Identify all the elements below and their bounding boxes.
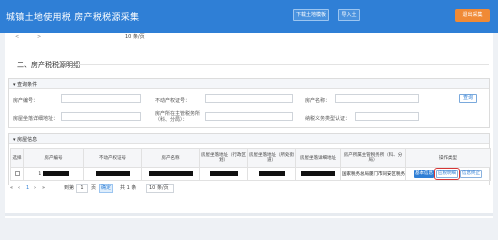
goto-confirm-button[interactable]: 确定 — [99, 184, 113, 193]
house-name-input[interactable] — [335, 94, 419, 103]
property-cert-input[interactable] — [205, 94, 293, 103]
lower-divider — [5, 213, 493, 216]
current-page[interactable]: 1 — [26, 185, 29, 192]
house-info-label: 房屋信息 — [17, 137, 38, 143]
redaction-bar — [42, 171, 69, 176]
redaction-bar — [148, 171, 193, 176]
col-operations: 操作类型 — [405, 148, 491, 168]
query-conditions-panel: ▾ 查询条件 房产编号： 不动产权证号： 房产名称： 查询 房屋坐落详细地址： … — [8, 78, 490, 128]
last-page-button[interactable]: » — [42, 185, 45, 192]
house-name-label: 房产名称： — [305, 98, 331, 104]
taxable-detail-button[interactable]: 应税明细 — [434, 168, 460, 180]
goto-label: 到第 — [64, 185, 75, 191]
page-size-select[interactable]: 10 条/页 — [146, 184, 174, 193]
section-divider — [75, 64, 489, 65]
col-district: 房屋坐落地址（行政区划） — [199, 148, 248, 168]
download-template-button[interactable]: 下载土地模板 — [293, 9, 329, 21]
redaction-bar — [258, 171, 285, 176]
redaction-bar — [209, 171, 238, 176]
page-size-value: 10 条/页 — [149, 185, 169, 191]
top-bar: 城镇土地使用税 房产税税源采集 下载土地模板 导入土 退出采集 — [0, 0, 498, 33]
upper-page-size-select[interactable]: 10 条/页 — [125, 34, 145, 40]
section-title: 二、房产税税源明细 — [17, 61, 80, 69]
total-count: 共 1 条 — [120, 185, 137, 191]
query-conditions-header[interactable]: ▾ 查询条件 — [9, 79, 489, 89]
obligation-type-label: 纳税义务类型认证： — [305, 116, 351, 122]
redaction-bar — [95, 171, 130, 176]
house-address-label: 房屋坐落详细地址： — [13, 116, 59, 122]
col-cert-no: 不动产权证号 — [83, 148, 142, 168]
main-panel: < > 10 条/页 二、房产税税源明细 ▾ 查询条件 房产编号： 不动产权证号… — [5, 33, 493, 218]
redaction-bar — [301, 171, 335, 176]
row-checkbox[interactable] — [14, 170, 20, 176]
col-select: 选择 — [10, 148, 24, 168]
property-cert-label: 不动产权证号： — [155, 98, 191, 104]
house-address-input[interactable] — [61, 112, 141, 121]
terminate-info-button[interactable]: 信息终止 — [460, 170, 482, 178]
upper-next-button[interactable]: > — [37, 34, 41, 40]
table-row: 1 国家税务总局厦门市同安区税务 基本信息 应税明细 信息终止 — [10, 167, 491, 181]
house-info-panel: ▾ 房屋信息 选择 房产编号 不动产权证号 房产名称 房屋坐落地址（行政区划） … — [8, 133, 491, 185]
table-header-row: 选择 房产编号 不动产权证号 房产名称 房屋坐落地址（行政区划） 房屋坐落地址（… — [10, 148, 491, 168]
house-no-cell: 1 — [38, 172, 42, 177]
app-title: 城镇土地使用税 房产税税源采集 — [6, 13, 140, 23]
upper-pager: < > 10 条/页 — [15, 34, 175, 40]
exit-collection-button[interactable]: 退出采集 — [455, 9, 490, 22]
page-unit-label: 页 — [91, 185, 97, 191]
basic-info-button[interactable]: 基本信息 — [414, 170, 434, 178]
col-detail-address: 房屋坐落详细地址 — [295, 148, 341, 168]
col-house-no: 房产编号 — [23, 148, 84, 168]
house-no-label: 房产编号： — [13, 98, 39, 104]
tax-office-select[interactable] — [205, 112, 293, 121]
house-info-header[interactable]: ▾ 房屋信息 — [9, 134, 489, 144]
next-page-button[interactable]: › — [34, 185, 36, 192]
tax-office-cell: 国家税务总局厦门市同安区税务 — [340, 167, 406, 181]
col-street: 房屋坐落地址（所处街道） — [247, 148, 296, 168]
import-button[interactable]: 导入土 — [338, 9, 360, 21]
query-button[interactable]: 查询 — [459, 94, 477, 103]
house-no-input[interactable] — [61, 94, 141, 103]
obligation-type-select[interactable] — [355, 112, 419, 121]
col-house-name: 房产名称 — [141, 148, 200, 168]
query-conditions-label: 查询条件 — [17, 82, 38, 88]
pagination: « ‹ 1 › » 到第 1 页 确定 共 1 条 10 条/页 — [8, 184, 208, 194]
col-tax-office: 房产所属主管税务所（科、分局） — [340, 148, 406, 168]
first-page-button[interactable]: « — [10, 185, 13, 192]
upper-prev-button[interactable]: < — [15, 34, 19, 40]
tax-office-label: 房产所在主管税务所（科、分局）： — [155, 111, 201, 123]
prev-page-button[interactable]: ‹ — [18, 185, 20, 192]
house-info-table: 选择 房产编号 不动产权证号 房产名称 房屋坐落地址（行政区划） 房屋坐落地址（… — [10, 148, 491, 181]
goto-page-input[interactable]: 1 — [76, 184, 88, 193]
operations-cell: 基本信息 应税明细 信息终止 — [405, 167, 491, 181]
